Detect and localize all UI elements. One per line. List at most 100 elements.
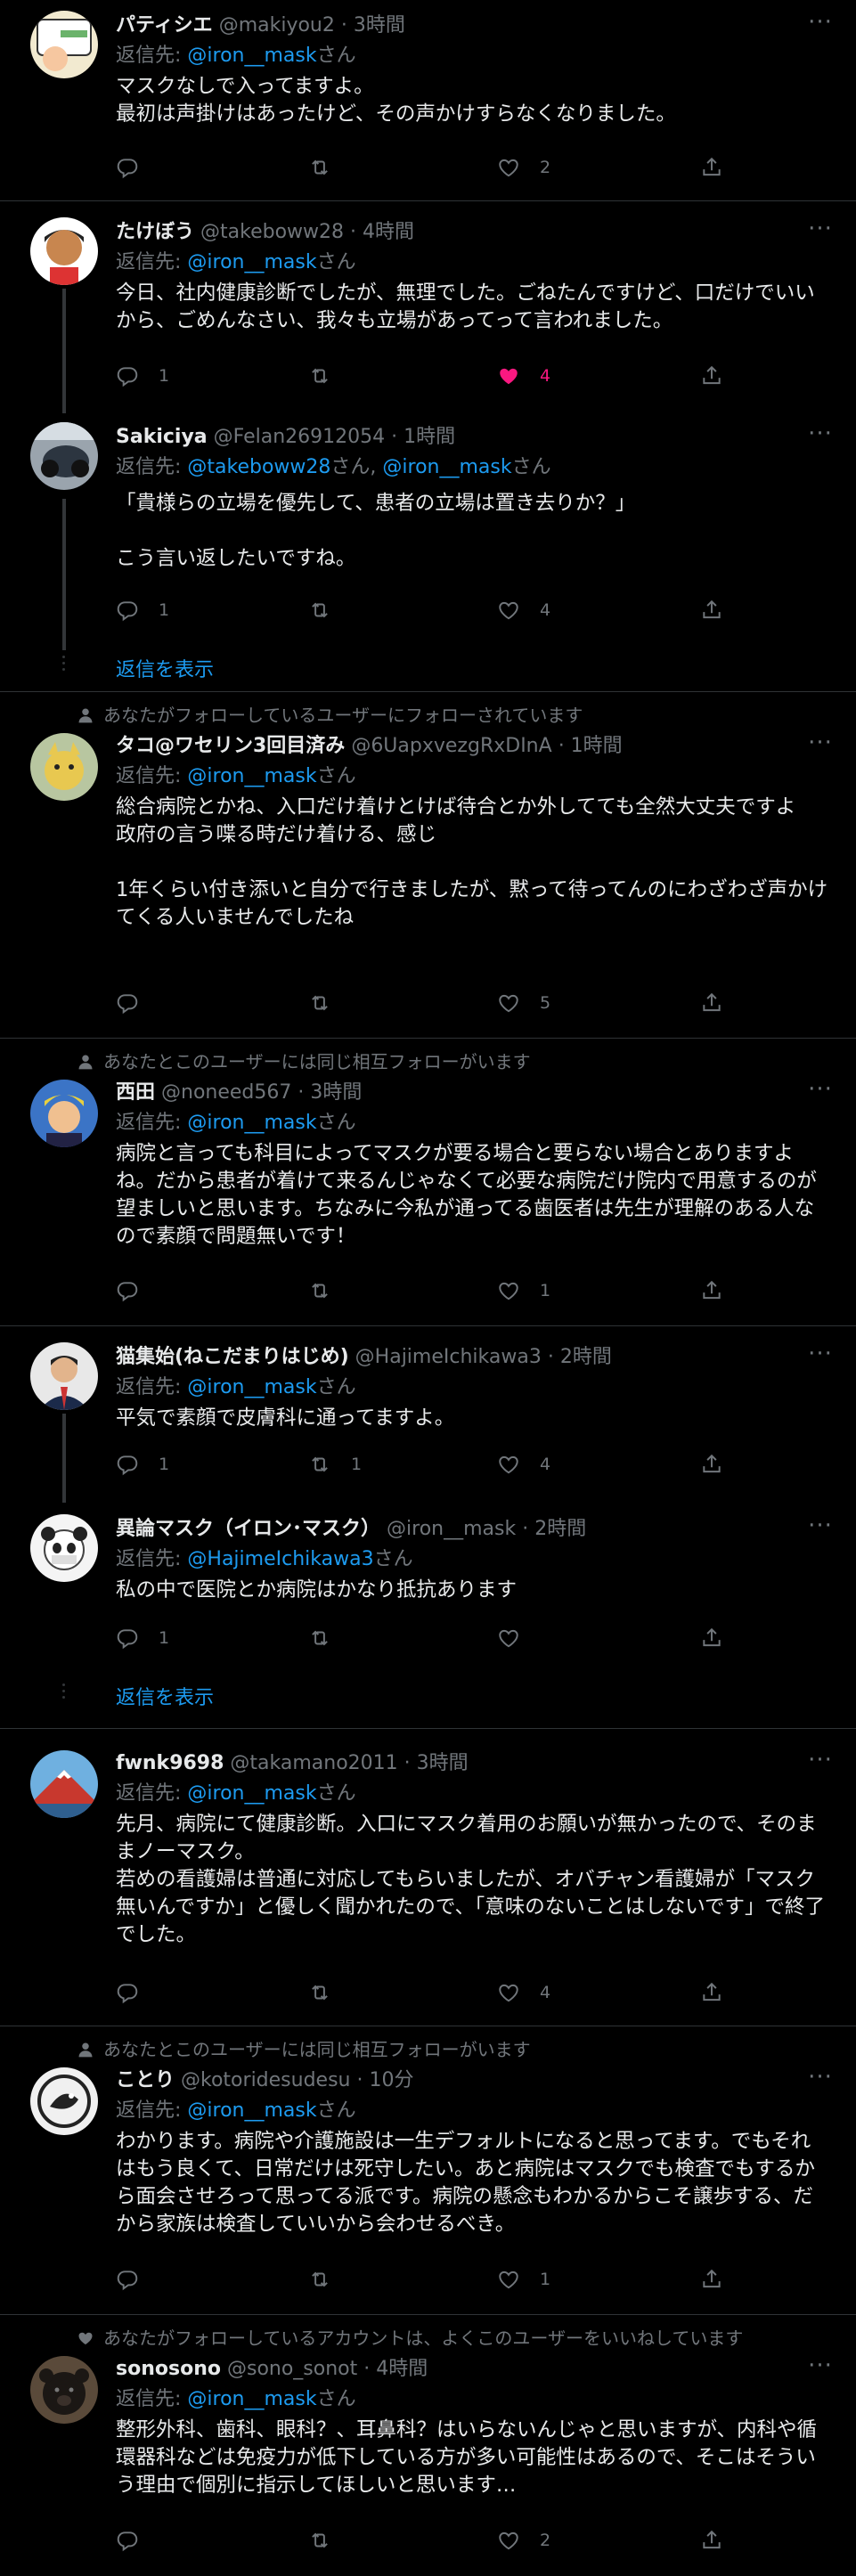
reply-button[interactable] xyxy=(116,2527,159,2554)
timestamp[interactable]: · 3時間 xyxy=(298,1081,362,1104)
user-handle[interactable]: @6UapxvezgRxDInA xyxy=(351,735,551,757)
avatar[interactable] xyxy=(30,11,98,78)
user-handle[interactable]: @Felan26912054 xyxy=(214,426,386,448)
display-name[interactable]: fwnk9698 xyxy=(116,1752,224,1774)
like-button[interactable]: 1 xyxy=(497,2266,550,2293)
reply-to-link[interactable]: @HajimeIchikawa3 xyxy=(187,1548,373,1570)
retweet-button[interactable] xyxy=(308,1625,351,1651)
reply-to-link[interactable]: @iron__mask xyxy=(382,456,511,478)
more-icon[interactable]: ··· xyxy=(804,2354,836,2381)
tweet[interactable]: たけぼう @takeboww28 · 4時間 ··· 返信先: @iron__m… xyxy=(0,201,856,413)
avatar[interactable] xyxy=(30,2356,98,2424)
tweet[interactable]: 異論マスク（イロン･マスク） @iron__mask · 2時間 ··· 返信先… xyxy=(0,1504,856,1728)
reply-button[interactable]: 1 xyxy=(116,597,169,624)
tweet[interactable]: あなたとこのユーザーには同じ相互フォローがいます 西田 @noneed567 ·… xyxy=(0,1039,856,1325)
user-handle[interactable]: @HajimeIchikawa3 xyxy=(355,1346,542,1368)
reply-button[interactable] xyxy=(116,2266,159,2293)
share-button[interactable] xyxy=(700,1277,723,1304)
user-handle[interactable]: @takamano2011 xyxy=(230,1752,397,1774)
reply-to-link[interactable]: @iron__mask xyxy=(187,251,316,273)
reply-to-link[interactable]: @iron__mask xyxy=(187,45,316,67)
display-name[interactable]: たけぼう xyxy=(116,221,194,243)
more-icon[interactable]: ··· xyxy=(804,422,836,449)
display-name[interactable]: sonosono xyxy=(116,2358,221,2380)
more-icon[interactable]: ··· xyxy=(804,1342,836,1369)
retweet-button[interactable] xyxy=(308,363,351,389)
more-icon[interactable]: ··· xyxy=(804,2066,836,2092)
reply-button[interactable] xyxy=(116,154,159,181)
reply-button[interactable] xyxy=(116,1979,159,2006)
tweet[interactable]: あなたがフォローしているユーザーにフォローされています タコ@ワセリン3回目済み… xyxy=(0,692,856,1038)
like-button[interactable]: 4 xyxy=(497,597,550,624)
user-handle[interactable]: @sono_sonot xyxy=(227,2358,357,2380)
tweet[interactable]: パティシエ @makiyou2 · 3時間 ··· 返信先: @iron__ma… xyxy=(0,0,856,200)
tweet[interactable]: あなたがフォローしているアカウントは、よくこのユーザーをいいねしています son… xyxy=(0,2315,856,2576)
retweet-button[interactable] xyxy=(308,1277,351,1304)
show-replies-link[interactable]: 返信を表示 xyxy=(116,1682,214,1710)
reply-to-link[interactable]: @iron__mask xyxy=(187,1376,316,1398)
user-handle[interactable]: @noneed567 xyxy=(161,1081,291,1104)
more-icon[interactable]: ··· xyxy=(804,1749,836,1775)
more-icon[interactable]: ··· xyxy=(804,11,836,37)
user-handle[interactable]: @makiyou2 xyxy=(219,14,335,37)
reply-button[interactable]: 1 xyxy=(116,363,169,389)
retweet-button[interactable] xyxy=(308,990,351,1016)
share-button[interactable] xyxy=(700,597,723,624)
more-icon[interactable]: ··· xyxy=(804,1078,836,1105)
tweet[interactable]: 猫集始(ねこだまりはじめ) @HajimeIchikawa3 · 2時間 ···… xyxy=(0,1326,856,1503)
timestamp[interactable]: · 3時間 xyxy=(341,14,405,37)
user-handle[interactable]: @takeboww28 xyxy=(200,221,344,243)
display-name[interactable]: ことり xyxy=(116,2069,175,2091)
timestamp[interactable]: · 1時間 xyxy=(558,735,623,757)
reply-to-link[interactable]: @iron__mask xyxy=(187,2099,316,2122)
share-button[interactable] xyxy=(700,990,723,1016)
reply-button[interactable] xyxy=(116,1277,159,1304)
avatar[interactable] xyxy=(30,1750,98,1818)
timestamp[interactable]: · 2時間 xyxy=(548,1346,612,1368)
like-button[interactable]: 5 xyxy=(497,990,550,1016)
display-name[interactable]: Sakiciya xyxy=(116,426,208,448)
more-icon[interactable]: ··· xyxy=(804,1514,836,1541)
timestamp[interactable]: · 10分 xyxy=(357,2069,414,2091)
reply-to-link[interactable]: @iron__mask xyxy=(187,1112,316,1134)
more-icon[interactable]: ··· xyxy=(804,731,836,758)
avatar[interactable] xyxy=(30,733,98,801)
share-button[interactable] xyxy=(700,1979,723,2006)
share-button[interactable] xyxy=(700,154,723,181)
retweet-button[interactable] xyxy=(308,597,351,624)
like-button[interactable]: 4 xyxy=(497,363,550,389)
timestamp[interactable]: · 4時間 xyxy=(363,2358,428,2380)
reply-to-link[interactable]: @iron__mask xyxy=(187,765,316,787)
share-button[interactable] xyxy=(700,1625,723,1651)
reply-button[interactable] xyxy=(116,990,159,1016)
display-name[interactable]: 西田 xyxy=(116,1081,155,1104)
avatar[interactable] xyxy=(30,422,98,490)
user-handle[interactable]: @kotoridesudesu xyxy=(181,2069,350,2091)
timestamp[interactable]: · 1時間 xyxy=(391,426,455,448)
like-button[interactable]: 1 xyxy=(497,1277,550,1304)
avatar[interactable] xyxy=(30,2067,98,2135)
share-button[interactable] xyxy=(700,2266,723,2293)
display-name[interactable]: タコ@ワセリン3回目済み xyxy=(116,735,345,757)
tweet[interactable]: fwnk9698 @takamano2011 · 3時間 ··· 返信先: @i… xyxy=(0,1729,856,2026)
avatar[interactable] xyxy=(30,1514,98,1582)
retweet-button[interactable] xyxy=(308,154,351,181)
more-icon[interactable]: ··· xyxy=(804,217,836,244)
show-replies-link[interactable]: 返信を表示 xyxy=(116,654,214,682)
retweet-button[interactable]: 1 xyxy=(308,1451,362,1478)
tweet[interactable]: Sakiciya @Felan26912054 · 1時間 ··· 返信先: @… xyxy=(0,412,856,691)
display-name[interactable]: パティシエ xyxy=(116,14,213,37)
reply-to-link[interactable]: @takeboww28 xyxy=(187,456,330,478)
like-button[interactable]: 4 xyxy=(497,1451,550,1478)
like-button[interactable]: 2 xyxy=(497,2527,550,2554)
like-button[interactable]: 2 xyxy=(497,154,550,181)
timestamp[interactable]: · 2時間 xyxy=(522,1518,586,1540)
timestamp[interactable]: · 3時間 xyxy=(404,1752,469,1774)
display-name[interactable]: 異論マスク（イロン･マスク） xyxy=(116,1518,380,1540)
share-button[interactable] xyxy=(700,1451,723,1478)
display-name[interactable]: 猫集始(ねこだまりはじめ) xyxy=(116,1346,349,1368)
avatar[interactable] xyxy=(30,1342,98,1410)
retweet-button[interactable] xyxy=(308,1979,351,2006)
user-handle[interactable]: @iron__mask xyxy=(387,1518,516,1540)
reply-button[interactable]: 1 xyxy=(116,1625,169,1651)
